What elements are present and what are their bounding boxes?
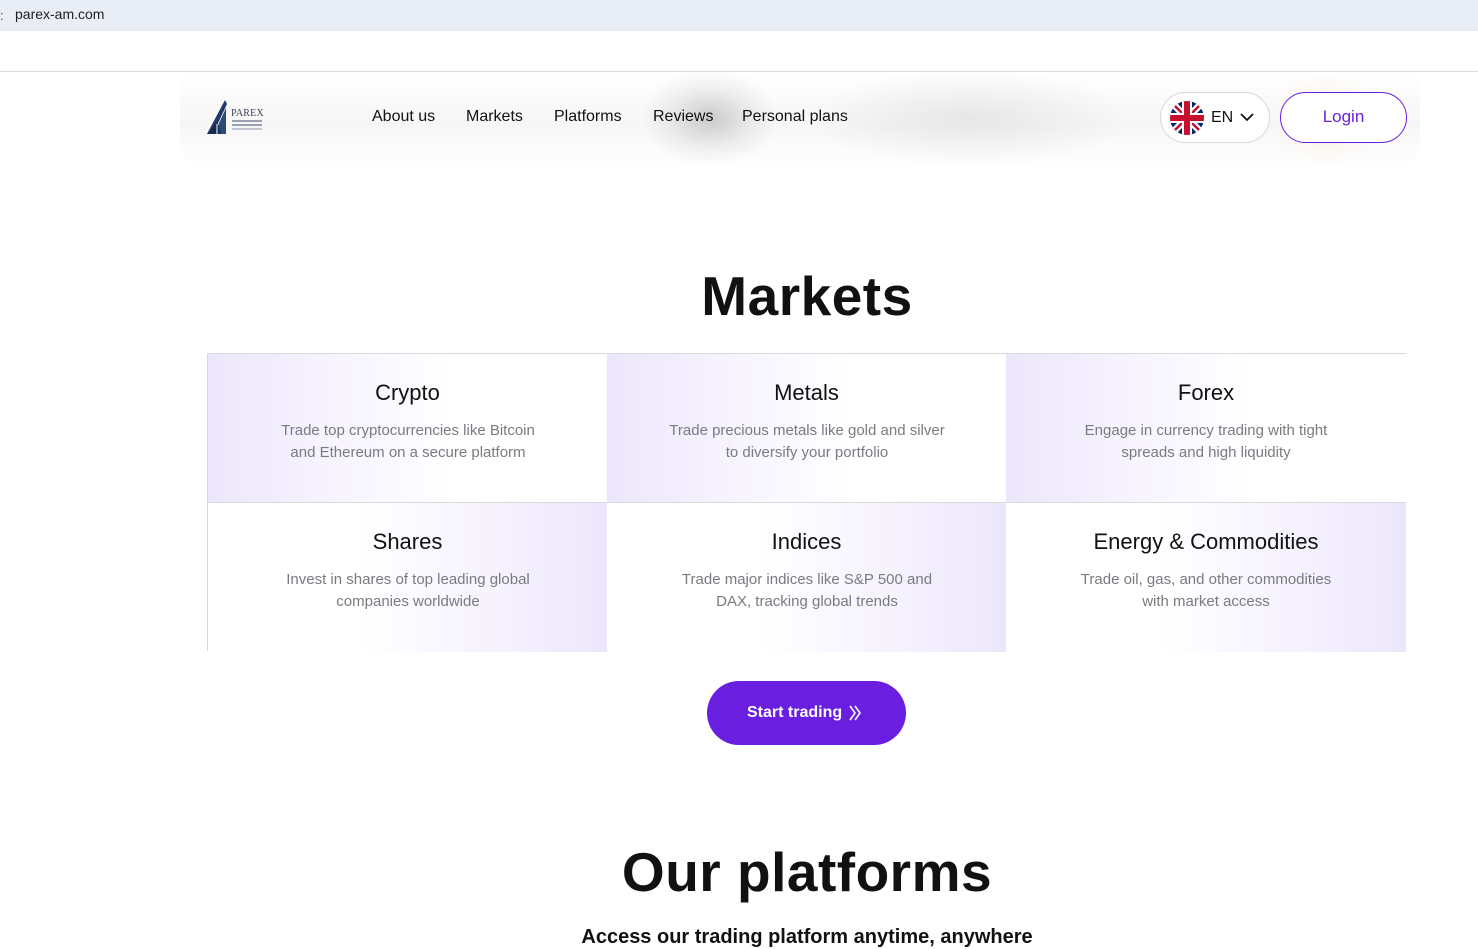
market-card-title: Indices	[771, 529, 842, 554]
market-card-description: Trade major indices like S&P 500 and DAX…	[681, 571, 933, 610]
market-card-title: Forex	[1177, 380, 1235, 405]
start-trading-label: Start trading	[747, 704, 843, 721]
site-info-icon[interactable]: :	[0, 8, 4, 23]
market-card-crypto[interactable]: Crypto Trade top cryptocurrencies like B…	[208, 354, 608, 503]
header-decoration	[820, 72, 1120, 164]
address-url[interactable]: parex-am.com	[15, 6, 104, 22]
market-card-energy-commodities[interactable]: Energy & Commodities Trade oil, gas, and…	[1006, 503, 1406, 652]
browser-address-bar[interactable]: : parex-am.com	[0, 0, 1478, 31]
logo-tagline	[232, 120, 262, 122]
market-card-description: Trade oil, gas, and other commodities wi…	[1080, 571, 1332, 610]
platforms-heading: Our platforms	[621, 841, 993, 903]
market-card-description: Trade top cryptocurrencies like Bitcoin …	[281, 422, 535, 461]
nav-personal-plans[interactable]: Personal plans	[742, 108, 848, 126]
platforms-subtitle: Access our trading platform anytime, any…	[581, 926, 1033, 948]
markets-grid: Crypto Trade top cryptocurrencies like B…	[207, 353, 1406, 652]
market-card-forex[interactable]: Forex Engage in currency trading with ti…	[1006, 354, 1406, 503]
market-card-description: Engage in currency trading with tight sp…	[1084, 422, 1328, 461]
language-selector[interactable]: EN	[1160, 92, 1270, 143]
uk-flag-icon	[1170, 101, 1204, 135]
market-card-description: Invest in shares of top leading global c…	[286, 571, 530, 610]
double-chevron-right-icon	[849, 705, 861, 721]
markets-heading: Markets	[701, 265, 913, 327]
nav-about-us[interactable]: About us	[372, 108, 435, 126]
market-card-indices[interactable]: Indices Trade major indices like S&P 500…	[607, 503, 1007, 652]
market-card-title: Energy & Commodities	[1093, 529, 1319, 554]
market-card-metals[interactable]: Metals Trade precious metals like gold a…	[607, 354, 1007, 503]
chevron-down-icon	[1240, 113, 1254, 122]
login-button[interactable]: Login	[1280, 92, 1407, 143]
nav-markets[interactable]: Markets	[466, 108, 523, 126]
market-card-title: Metals	[774, 380, 839, 405]
market-card-title: Crypto	[375, 380, 440, 405]
parex-logo[interactable]: PAREX	[205, 98, 265, 138]
nav-reviews[interactable]: Reviews	[653, 108, 713, 126]
nav-platforms[interactable]: Platforms	[554, 108, 622, 126]
logo-mark-icon	[207, 100, 227, 134]
language-code: EN	[1211, 109, 1234, 126]
start-trading-button[interactable]: Start trading	[707, 681, 906, 745]
market-card-shares[interactable]: Shares Invest in shares of top leading g…	[208, 503, 608, 652]
market-card-description: Trade precious metals like gold and silv…	[669, 422, 945, 461]
logo-wordmark: PAREX	[231, 108, 264, 119]
market-card-title: Shares	[372, 529, 443, 554]
